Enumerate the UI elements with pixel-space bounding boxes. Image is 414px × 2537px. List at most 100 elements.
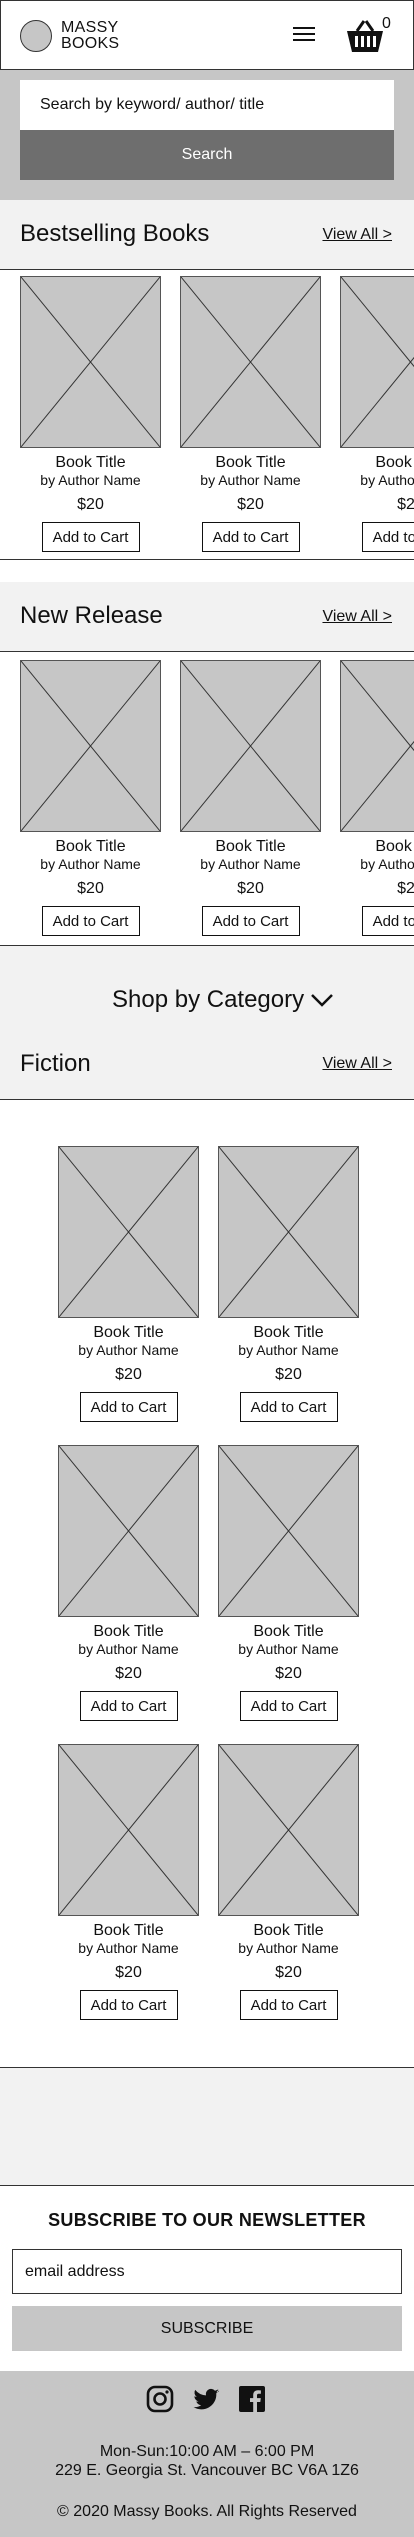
book-title[interactable]: Book Title [218,1623,359,1641]
book-cover-placeholder[interactable] [180,276,321,448]
add-to-cart-button[interactable]: Add to Cart [79,1392,178,1422]
logo-icon[interactable] [20,20,52,52]
book-price: $20 [115,1665,142,1682]
chevron-down-icon[interactable] [310,990,334,1010]
book-author: by Author Name [360,856,414,872]
book-price: $20 [275,1964,302,1981]
copyright-text: © 2020 Massy Books. All Rights Reserved [57,2503,357,2520]
book-title[interactable]: Book Title [180,838,321,856]
book-card[interactable]: Book Title by Author Name $20 Add to Car… [58,1146,199,1422]
email-field[interactable] [12,2249,402,2294]
book-title[interactable]: Book Title [58,1623,199,1641]
book-card[interactable]: Book Title by Author Name $20 Add to Car… [20,660,161,936]
book-card[interactable]: Book Title by Author Name $20 Add to Car… [340,276,414,552]
book-author: by Author Name [238,1342,339,1358]
book-cover-placeholder[interactable] [340,660,414,832]
book-author: by Author Name [360,472,414,488]
book-title[interactable]: Book Title [20,838,161,856]
book-card[interactable]: Book Title by Author Name $20 Add to Car… [218,1744,359,2020]
book-price: $20 [275,1665,302,1682]
subscribe-button[interactable]: SUBSCRIBE [12,2306,402,2351]
view-all-link[interactable]: View All > [322,1055,392,1073]
add-to-cart-button[interactable]: Add to Cart [41,522,140,552]
add-to-cart-button[interactable]: Add to Cart [79,1990,178,2020]
search-button[interactable]: Search [20,130,394,180]
book-cover-placeholder[interactable] [340,276,414,448]
brand-line-1: MASSY [61,19,119,36]
book-author: by Author Name [78,1940,179,1956]
empty-spacer [0,2068,414,2186]
twitter-icon[interactable] [192,2385,220,2413]
book-price: $20 [237,880,264,897]
bestselling-carousel[interactable]: Book Title by Author Name $20 Add to Car… [0,270,414,560]
add-to-cart-button[interactable]: Add to Cart [201,522,300,552]
book-price: $20 [397,880,414,897]
book-author: by Author Name [238,1641,339,1657]
book-card[interactable]: Book Title by Author Name $20 Add to Car… [218,1445,359,1721]
book-price: $20 [115,1366,142,1383]
category-section: Shop by Category Fiction View All > [0,946,414,1100]
shop-by-category-dropdown[interactable]: Shop by Category [112,986,304,1014]
add-to-cart-button[interactable]: Add to Cart [201,906,300,936]
book-cover-placeholder[interactable] [218,1744,359,1916]
book-title[interactable]: Book Title [218,1324,359,1342]
brand-line-2: BOOKS [61,35,120,52]
store-address: 229 E. Georgia St. Vancouver BC V6A 1Z6 [55,2462,359,2479]
book-author: by Author Name [200,472,301,488]
book-title[interactable]: Book Title [340,454,414,472]
book-price: $20 [275,1366,302,1383]
book-price: $20 [237,496,264,513]
book-cover-placeholder[interactable] [58,1445,199,1617]
book-card[interactable]: Book Title by Author Name $20 Add to Car… [58,1744,199,2020]
book-author: by Author Name [40,856,141,872]
cart-count-badge: 0 [382,15,391,32]
add-to-cart-button[interactable]: Add to Cart [361,522,414,552]
book-author: by Author Name [78,1641,179,1657]
book-card[interactable]: Book Title by Author Name $20 Add to Car… [180,276,321,552]
brand-name[interactable]: MASSY BOOKS [61,20,119,52]
facebook-icon[interactable] [238,2385,266,2413]
book-cover-placeholder[interactable] [58,1744,199,1916]
new-release-carousel[interactable]: Book Title by Author Name $20 Add to Car… [0,652,414,946]
book-cover-placeholder[interactable] [20,276,161,448]
book-title[interactable]: Book Title [58,1922,199,1940]
book-card[interactable]: Book Title by Author Name $20 Add to Car… [340,660,414,936]
fiction-book-grid: Book Title by Author Name $20 Add to Car… [0,1100,414,2068]
shopping-basket-icon[interactable] [345,19,385,55]
book-title[interactable]: Book Title [218,1922,359,1940]
book-price: $20 [115,1964,142,1981]
book-card[interactable]: Book Title by Author Name $20 Add to Car… [218,1146,359,1422]
add-to-cart-button[interactable]: Add to Cart [361,906,414,936]
book-cover-placeholder[interactable] [20,660,161,832]
book-title[interactable]: Book Title [180,454,321,472]
add-to-cart-button[interactable]: Add to Cart [239,1392,338,1422]
book-title[interactable]: Book Title [340,838,414,856]
site-footer: Mon-Sun:10:00 AM – 6:00 PM 229 E. Georgi… [0,2371,414,2537]
add-to-cart-button[interactable]: Add to Cart [239,1990,338,2020]
book-card[interactable]: Book Title by Author Name $20 Add to Car… [58,1445,199,1721]
add-to-cart-button[interactable]: Add to Cart [79,1691,178,1721]
book-price: $20 [77,496,104,513]
book-card[interactable]: Book Title by Author Name $20 Add to Car… [20,276,161,552]
section-title: New Release [20,602,163,629]
social-links [146,2385,266,2417]
site-header: MASSY BOOKS 0 [0,0,414,70]
book-cover-placeholder[interactable] [58,1146,199,1318]
section-title: Bestselling Books [20,220,210,247]
add-to-cart-button[interactable]: Add to Cart [239,1691,338,1721]
new-release-section-header: New Release View All > [0,582,414,652]
instagram-icon[interactable] [146,2385,174,2413]
book-cover-placeholder[interactable] [218,1445,359,1617]
book-cover-placeholder[interactable] [180,660,321,832]
add-to-cart-button[interactable]: Add to Cart [41,906,140,936]
book-title[interactable]: Book Title [20,454,161,472]
store-hours: Mon-Sun:10:00 AM – 6:00 PM [99,2443,315,2460]
search-input[interactable] [20,80,394,130]
hamburger-menu-icon[interactable] [293,27,315,43]
book-title[interactable]: Book Title [58,1324,199,1342]
book-cover-placeholder[interactable] [218,1146,359,1318]
bestselling-section-header: Bestselling Books View All > [0,200,414,270]
view-all-link[interactable]: View All > [322,226,392,244]
book-card[interactable]: Book Title by Author Name $20 Add to Car… [180,660,321,936]
view-all-link[interactable]: View All > [322,608,392,626]
